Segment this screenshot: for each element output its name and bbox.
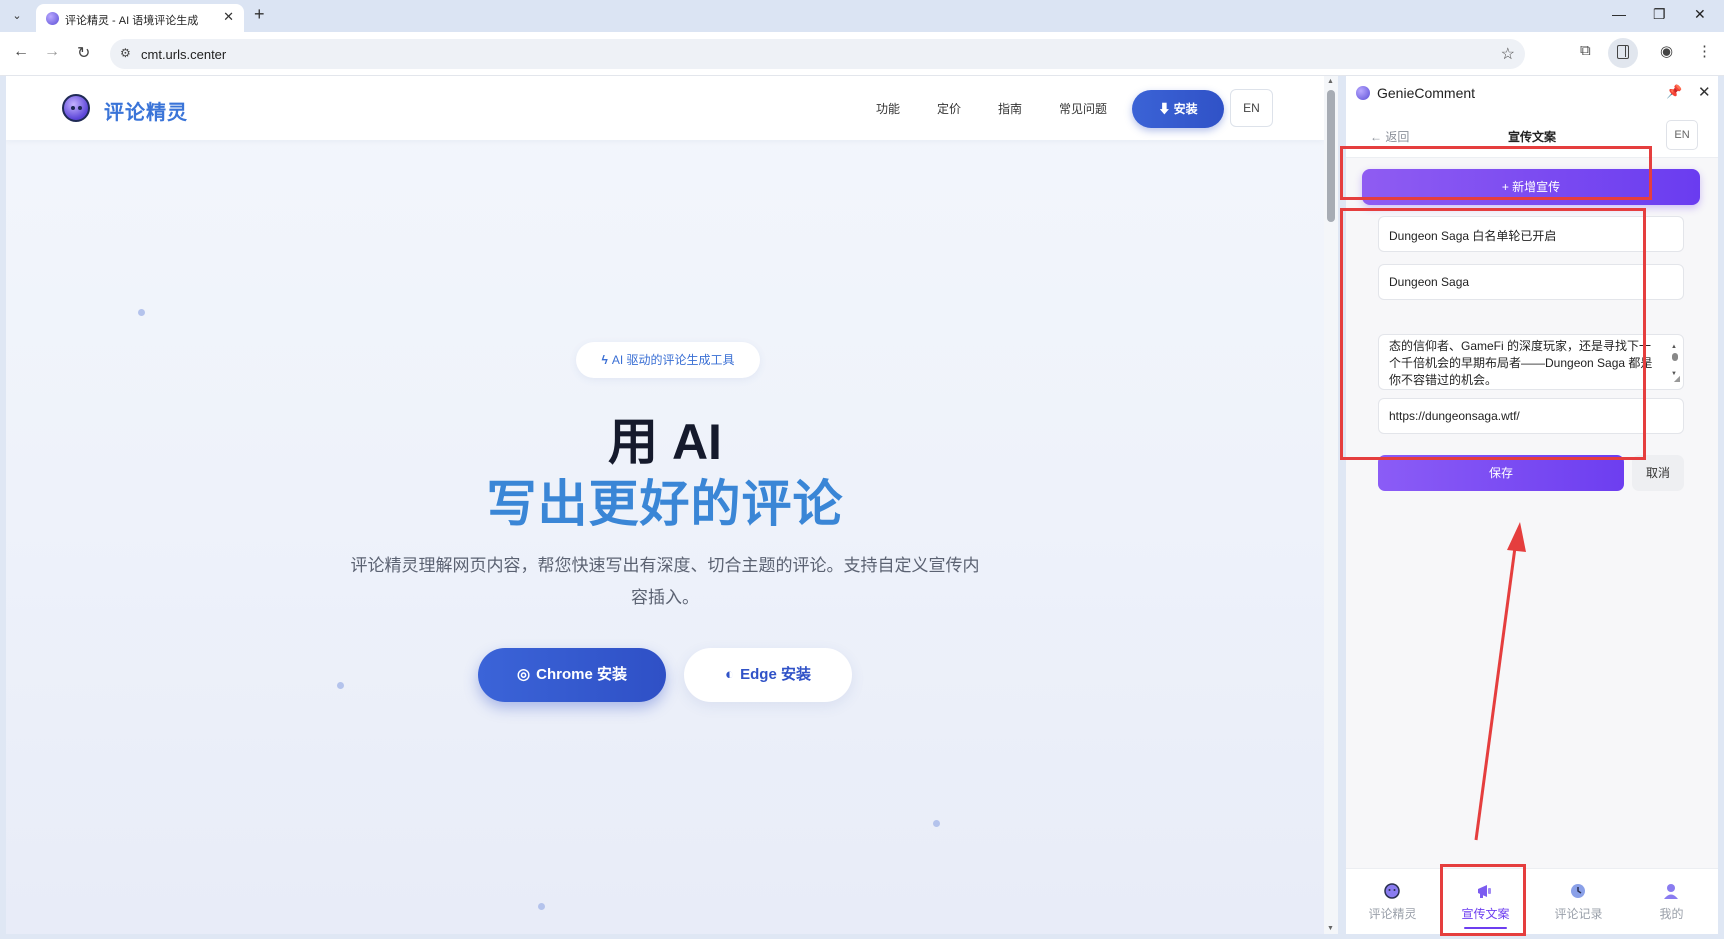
- site-header: 评论精灵 功能 定价 指南 常见问题 ⬇ 安装 EN: [6, 76, 1324, 140]
- textarea-scroll-thumb[interactable]: [1672, 353, 1678, 361]
- decor-dot: [138, 309, 145, 316]
- nav-guide[interactable]: 指南: [998, 100, 1022, 117]
- logo-text[interactable]: 评论精灵: [104, 96, 188, 125]
- install-label: 安装: [1173, 102, 1198, 116]
- extension-name: GenieComment: [1377, 85, 1476, 101]
- decor-dot: [337, 682, 344, 689]
- pin-icon[interactable]: 📌: [1666, 84, 1682, 100]
- add-promotion-button[interactable]: + 新增宣传: [1362, 169, 1700, 205]
- address-toolbar: ← → ↻ ⚙ cmt.urls.center ☆ ⧉ ◉ ⋮: [0, 32, 1724, 76]
- restore-icon[interactable]: ❐: [1653, 6, 1666, 23]
- user-icon: [1664, 884, 1678, 899]
- scrollbar-thumb[interactable]: [1327, 90, 1335, 222]
- hero-badge: ϟ AI 驱动的评论生成工具: [576, 342, 760, 378]
- hero-badge-text: AI 驱动的评论生成工具: [611, 353, 735, 367]
- more-menu-icon[interactable]: ⋮: [1697, 42, 1712, 60]
- nav-promo[interactable]: 宣传文案: [1439, 869, 1532, 935]
- chrome-install-button[interactable]: ◎ Chrome 安装: [478, 648, 666, 702]
- edge-install-button[interactable]: ◐ Edge 安装: [684, 648, 852, 702]
- promo-title-input[interactable]: Dungeon Saga 白名单轮已开启: [1378, 216, 1684, 252]
- panel-title: 宣传文案: [1507, 130, 1556, 144]
- panel-language-button[interactable]: EN: [1666, 120, 1698, 150]
- edge-logo-icon: ◐: [725, 666, 735, 683]
- tab-search-chevron-icon[interactable]: ⌄: [6, 6, 28, 26]
- back-icon[interactable]: ←: [13, 43, 29, 61]
- nav-me-label: 我的: [1659, 907, 1684, 921]
- nav-genie[interactable]: 评论精灵: [1346, 869, 1439, 935]
- resize-handle-icon[interactable]: ◢: [1674, 370, 1680, 387]
- browser-tab-active[interactable]: 评论精灵 - AI 语境评论生成 ✕: [36, 4, 244, 32]
- nav-genie-label: 评论精灵: [1368, 907, 1417, 921]
- promo-url-input[interactable]: https://dungeonsaga.wtf/: [1378, 398, 1684, 434]
- language-toggle-button[interactable]: EN: [1230, 89, 1273, 127]
- minimize-icon[interactable]: —: [1612, 6, 1626, 22]
- nav-features[interactable]: 功能: [876, 100, 900, 117]
- side-panel-toggle-icon[interactable]: [1608, 38, 1638, 68]
- decor-dot: [538, 903, 545, 910]
- tab-title: 评论精灵 - AI 语境评论生成: [65, 15, 199, 27]
- tab-favicon-icon: [46, 12, 59, 25]
- panel-subheader: ← 返回 宣传文案 EN: [1346, 116, 1718, 158]
- decor-dot: [933, 820, 940, 827]
- chrome-install-label: Chrome 安装: [536, 666, 627, 683]
- nav-faq[interactable]: 常见问题: [1059, 100, 1107, 117]
- omnibox[interactable]: ⚙ cmt.urls.center ☆: [110, 39, 1525, 69]
- extension-logo-icon: [1356, 86, 1370, 100]
- bookmark-star-icon[interactable]: ☆: [1501, 44, 1515, 64]
- scroll-up-icon[interactable]: ▲: [1327, 78, 1334, 85]
- nav-history-label: 评论记录: [1554, 907, 1603, 921]
- nav-me[interactable]: 我的: [1625, 869, 1718, 935]
- page-viewport: 评论精灵 功能 定价 指南 常见问题 ⬇ 安装 EN ϟ AI 驱动的评论生成工具…: [6, 76, 1324, 934]
- save-button[interactable]: 保存: [1378, 455, 1624, 491]
- promo-content-textarea[interactable]: 态的信仰者、GameFi 的深度玩家，还是寻找下一个千倍机会的早期布局者——Du…: [1378, 334, 1684, 390]
- bottom-nav: 评论精灵 宣传文案 评论记录 我的: [1346, 868, 1718, 934]
- url-text[interactable]: cmt.urls.center: [141, 47, 226, 62]
- header-install-button[interactable]: ⬇ 安装: [1132, 90, 1224, 128]
- cancel-button[interactable]: 取消: [1632, 455, 1684, 491]
- nav-history[interactable]: 评论记录: [1532, 869, 1625, 935]
- chrome-logo-icon: ◎: [517, 666, 531, 683]
- new-tab-icon[interactable]: +: [254, 4, 265, 25]
- download-icon: ⬇: [1158, 102, 1174, 116]
- extensions-icon[interactable]: ⧉: [1580, 42, 1591, 59]
- site-settings-icon[interactable]: ⚙: [120, 46, 131, 60]
- window-close-icon[interactable]: ✕: [1694, 6, 1706, 23]
- nav-promo-label: 宣传文案: [1461, 907, 1510, 921]
- reload-icon[interactable]: ↻: [77, 43, 90, 63]
- scroll-down-icon[interactable]: ▼: [1327, 925, 1334, 932]
- logo-icon[interactable]: [62, 94, 90, 122]
- forward-icon[interactable]: →: [44, 43, 60, 61]
- browser-tabbar: ⌄ 评论精灵 - AI 语境评论生成 ✕ + — ❐ ✕: [0, 0, 1724, 32]
- tab-close-icon[interactable]: ✕: [223, 9, 234, 25]
- profile-icon[interactable]: ◉: [1660, 42, 1673, 60]
- hero-title-line2: 写出更好的评论: [486, 476, 844, 532]
- page-scrollbar[interactable]: ▲ ▼: [1324, 76, 1338, 934]
- hero-description: 评论精灵理解网页内容，帮您快速写出有深度、切合主题的评论。支持自定义宣传内容插入…: [350, 556, 980, 607]
- edge-install-label: Edge 安装: [740, 666, 811, 683]
- genie-icon: [1384, 883, 1400, 899]
- promo-content-text: 态的信仰者、GameFi 的深度玩家，还是寻找下一个千倍机会的早期布局者——Du…: [1389, 339, 1653, 387]
- bolt-icon: ϟ: [601, 353, 608, 367]
- promo-name-input[interactable]: Dungeon Saga: [1378, 264, 1684, 300]
- panel-close-icon[interactable]: ✕: [1698, 83, 1711, 101]
- active-tab-underline: [1464, 927, 1507, 929]
- side-panel-header: GenieComment 📌 ✕: [1346, 76, 1718, 112]
- history-icon: [1571, 884, 1585, 898]
- megaphone-icon: [1478, 885, 1491, 898]
- nav-pricing[interactable]: 定价: [937, 100, 961, 117]
- extension-side-panel: GenieComment 📌 ✕ ← 返回 宣传文案 EN + 新增宣传 Dun…: [1340, 76, 1718, 936]
